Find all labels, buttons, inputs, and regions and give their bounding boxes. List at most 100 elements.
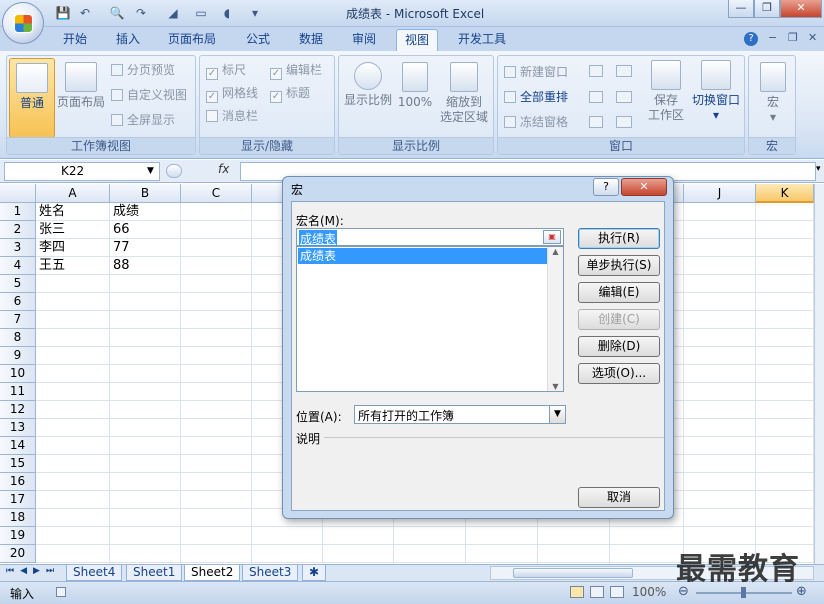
macro-list-item[interactable]: 成绩表 <box>298 248 548 264</box>
column-header-j[interactable]: J <box>684 184 756 203</box>
undo-icon[interactable]: ↶ <box>76 4 94 22</box>
chart-icon[interactable]: ◢ <box>164 4 182 22</box>
row-header-17[interactable]: 17 <box>0 491 36 509</box>
column-header-k[interactable]: K <box>756 184 814 203</box>
row-header-8[interactable]: 8 <box>0 329 36 347</box>
ribbon-restore-icon[interactable]: ❐ <box>788 31 798 44</box>
zoom-to-selection-button[interactable]: 缩放到 选定区域 <box>435 62 493 125</box>
message-bar-checkbox[interactable]: 消息栏 <box>206 108 258 124</box>
print-preview-icon[interactable]: 🔍 <box>108 4 126 22</box>
new-window-button[interactable]: 新建窗口 <box>504 64 568 80</box>
tab-formulas[interactable]: 公式 <box>238 29 278 51</box>
ribbon-close-icon[interactable]: ✕ <box>808 31 817 44</box>
location-select[interactable]: 所有打开的工作簿 ▼ <box>354 405 566 424</box>
scroll-thumb[interactable] <box>513 568 633 578</box>
cell-b3[interactable]: 77 <box>110 239 181 257</box>
unhide-icon[interactable] <box>589 116 603 128</box>
vertical-scrollbar[interactable] <box>814 184 824 564</box>
zoom-slider-thumb[interactable] <box>741 587 746 598</box>
dialog-help-button[interactable]: ? <box>593 178 619 196</box>
shape-icon[interactable]: ◖ <box>218 4 236 22</box>
macro-list[interactable]: 成绩表 ▲ ▼ <box>296 246 564 392</box>
column-header-b[interactable]: B <box>110 184 181 203</box>
delete-button[interactable]: 删除(D) <box>578 336 660 357</box>
arrange-all-button[interactable]: 全部重排 <box>504 89 568 105</box>
cell-a2[interactable]: 张三 <box>36 221 110 239</box>
macro-list-scrollbar[interactable]: ▲ ▼ <box>547 247 563 391</box>
edit-button[interactable]: 编辑(E) <box>578 282 660 303</box>
office-button[interactable] <box>2 2 44 44</box>
row-header-13[interactable]: 13 <box>0 419 36 437</box>
normal-view-icon[interactable] <box>570 586 584 598</box>
sheet-nav-icons[interactable]: ⏮◀▶⏭ <box>6 566 60 576</box>
sheet-tab-sheet2[interactable]: Sheet2 <box>184 565 241 581</box>
ruler-checkbox[interactable]: ✓ 标尺 <box>206 62 246 80</box>
row-header-2[interactable]: 2 <box>0 221 36 239</box>
page-break-icon[interactable] <box>610 586 624 598</box>
row-header-18[interactable]: 18 <box>0 509 36 527</box>
close-button[interactable]: ✕ <box>780 0 822 18</box>
side-by-side-icon[interactable] <box>616 65 632 77</box>
sheet-tab-sheet1[interactable]: Sheet1 <box>126 565 183 581</box>
options-button[interactable]: 选项(O)... <box>578 363 660 384</box>
zoom-100-button[interactable]: 100% <box>395 62 435 110</box>
tab-home[interactable]: 开始 <box>55 29 95 51</box>
cell-b2[interactable]: 66 <box>110 221 181 239</box>
customize-qat-icon[interactable]: ▾ <box>246 4 264 22</box>
tab-developer[interactable]: 开发工具 <box>450 29 514 51</box>
save-workspace-button[interactable]: 保存 工作区 <box>644 60 688 123</box>
minimize-button[interactable]: — <box>728 0 754 18</box>
tab-page-layout[interactable]: 页面布局 <box>160 29 224 51</box>
dialog-close-button[interactable]: ✕ <box>621 178 667 196</box>
help-icon[interactable]: ? <box>744 32 758 46</box>
formula-bar-checkbox[interactable]: ✓ 编辑栏 <box>270 62 322 80</box>
zoom-level[interactable]: 100% <box>632 585 666 599</box>
select-all-corner[interactable] <box>0 184 36 203</box>
reset-position-icon[interactable] <box>616 116 632 128</box>
normal-view-button[interactable]: 普通 <box>9 58 55 138</box>
page-layout-view-button[interactable]: 页面布局 <box>55 62 107 110</box>
row-header-12[interactable]: 12 <box>0 401 36 419</box>
cell-a1[interactable]: 姓名 <box>36 203 110 221</box>
split-icon[interactable] <box>589 65 603 77</box>
ribbon-minimize-icon[interactable]: − <box>768 31 777 44</box>
row-header-10[interactable]: 10 <box>0 365 36 383</box>
switch-windows-button[interactable]: 切换窗口 ▾ <box>688 60 744 123</box>
macros-button[interactable]: 宏 ▾ <box>753 62 793 125</box>
cell-b4[interactable]: 88 <box>110 257 181 275</box>
insert-function-button[interactable]: fx <box>218 162 229 176</box>
freeze-panes-button[interactable]: 冻结窗格 <box>504 114 568 130</box>
form-icon[interactable]: ▭ <box>192 4 210 22</box>
redo-icon[interactable]: ↷ <box>132 4 150 22</box>
column-header-c[interactable]: C <box>181 184 252 203</box>
row-header-3[interactable]: 3 <box>0 239 36 257</box>
gridlines-checkbox[interactable]: ✓ 网格线 <box>206 85 258 103</box>
row-header-15[interactable]: 15 <box>0 455 36 473</box>
formula-expand-icon[interactable] <box>166 164 182 178</box>
sheet-tab-sheet3[interactable]: Sheet3 <box>242 565 299 581</box>
row-header-16[interactable]: 16 <box>0 473 36 491</box>
tab-insert[interactable]: 插入 <box>108 29 148 51</box>
tab-view[interactable]: 视图 <box>396 29 439 51</box>
custom-views-button[interactable]: 自定义视图 <box>111 87 187 103</box>
run-button[interactable]: 执行(R) <box>578 228 660 249</box>
row-header-11[interactable]: 11 <box>0 383 36 401</box>
row-header-4[interactable]: 4 <box>0 257 36 275</box>
cell-a3[interactable]: 李四 <box>36 239 110 257</box>
macro-record-icon[interactable] <box>56 587 66 597</box>
tab-review[interactable]: 审阅 <box>344 29 384 51</box>
full-screen-button[interactable]: 全屏显示 <box>111 112 175 128</box>
row-header-20[interactable]: 20 <box>0 545 36 563</box>
sync-scroll-icon[interactable] <box>616 91 632 103</box>
row-header-6[interactable]: 6 <box>0 293 36 311</box>
save-icon[interactable]: 💾 <box>54 4 72 22</box>
page-layout-icon[interactable] <box>590 586 604 598</box>
hide-icon[interactable] <box>589 91 603 103</box>
row-header-5[interactable]: 5 <box>0 275 36 293</box>
column-header-a[interactable]: A <box>36 184 110 203</box>
cell-a4[interactable]: 王五 <box>36 257 110 275</box>
cancel-button[interactable]: 取消 <box>578 487 660 508</box>
page-break-preview-button[interactable]: 分页预览 <box>111 62 175 78</box>
scroll-down-icon[interactable]: ▼ <box>548 382 563 391</box>
tab-data[interactable]: 数据 <box>291 29 331 51</box>
